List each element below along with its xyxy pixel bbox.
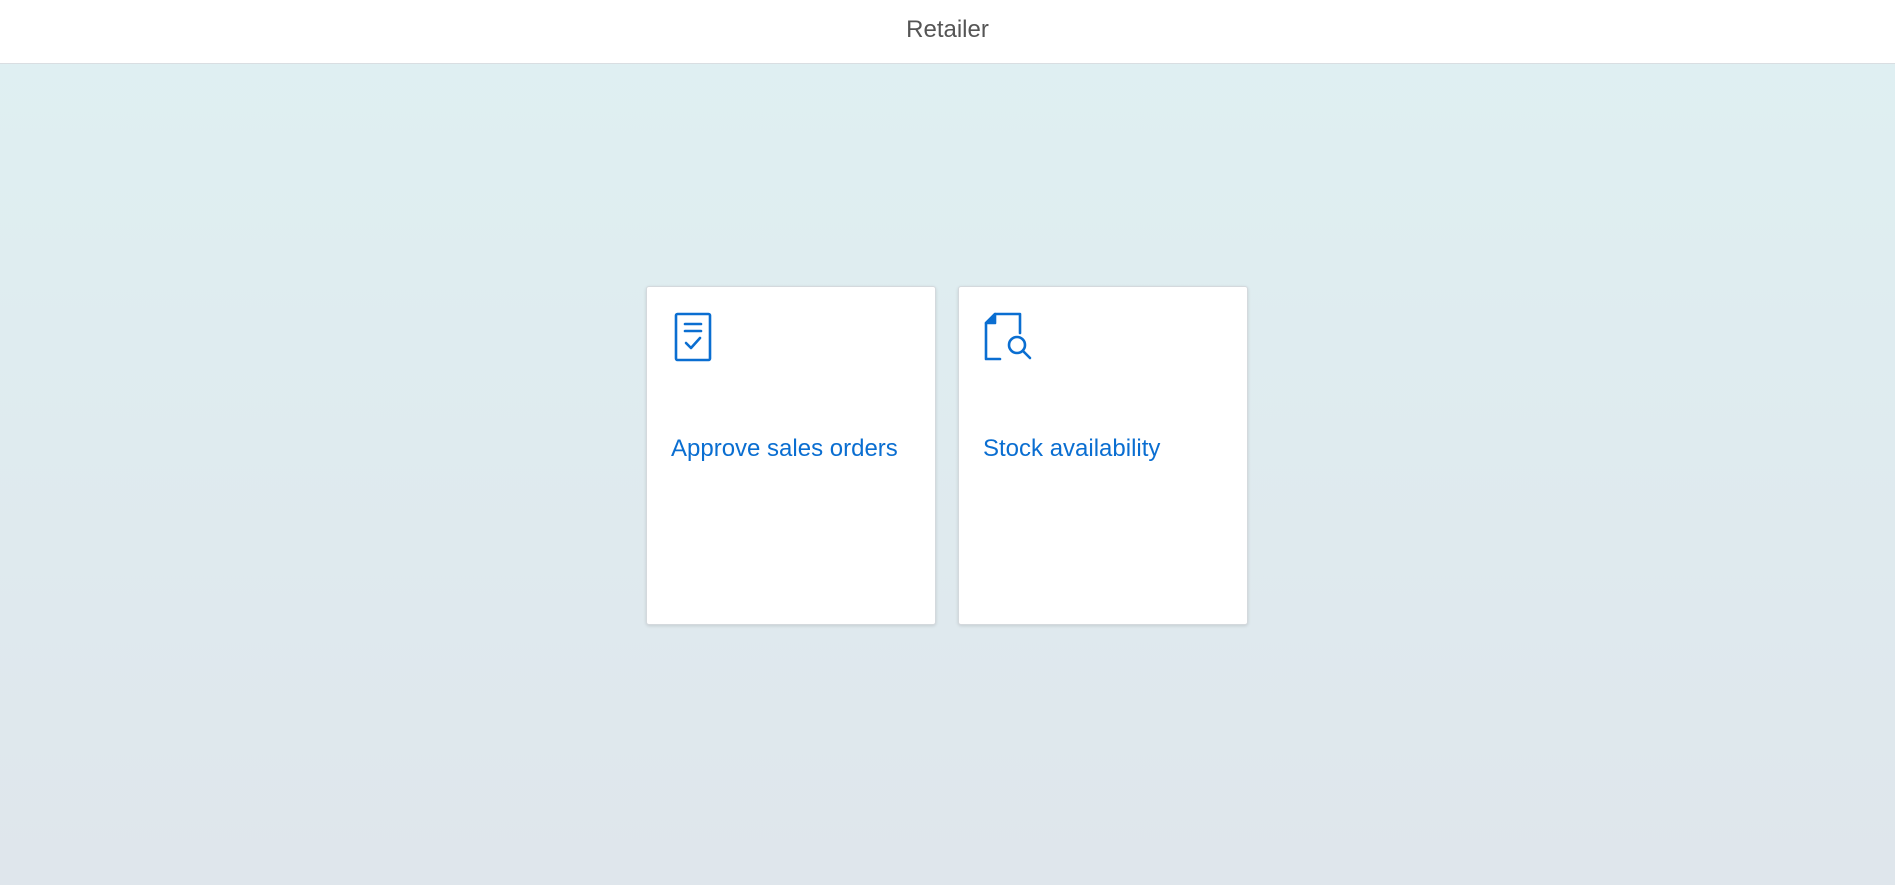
tile-stock-availability[interactable]: Stock availability xyxy=(958,286,1248,625)
shell-header: Retailer xyxy=(0,0,1895,64)
document-checkmark-icon xyxy=(671,311,723,363)
tile-approve-sales-orders[interactable]: Approve sales orders xyxy=(646,286,936,625)
launchpad-shell: Retailer Approve sales orders Stock avai… xyxy=(0,0,1895,885)
page-title: Retailer xyxy=(906,16,989,43)
tile-title: Stock availability xyxy=(983,435,1161,462)
document-search-icon xyxy=(983,311,1035,363)
tile-title: Approve sales orders xyxy=(671,435,898,462)
tile-container: Approve sales orders Stock availability xyxy=(646,286,1248,625)
